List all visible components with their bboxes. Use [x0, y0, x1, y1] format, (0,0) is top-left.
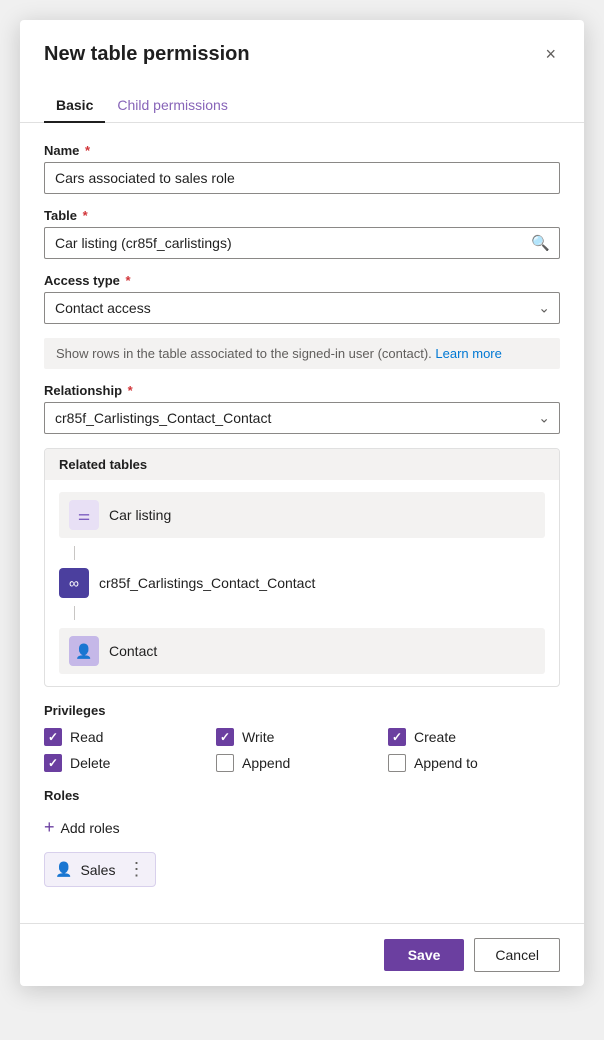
delete-checkbox[interactable] [44, 754, 62, 772]
connector-line-2 [74, 606, 75, 620]
role-label: Sales [80, 862, 115, 878]
dialog: New table permission × Basic Child permi… [20, 20, 584, 986]
read-checkbox[interactable] [44, 728, 62, 746]
name-label: Name * [44, 143, 560, 158]
read-label: Read [70, 729, 103, 745]
write-label: Write [242, 729, 274, 745]
append-to-checkbox[interactable] [388, 754, 406, 772]
privilege-write: Write [216, 728, 388, 746]
table-field-group: Table * 🔍 [44, 208, 560, 259]
table-label: Table * [44, 208, 560, 223]
privileges-label: Privileges [44, 703, 560, 718]
relationship-icon: ∞ [69, 575, 79, 591]
tab-child-permissions[interactable]: Child permissions [105, 89, 239, 123]
search-icon: 🔍 [531, 234, 550, 252]
related-tables-section: Related tables ⚌ Car listing ∞ cr85f_Ca [44, 448, 560, 687]
append-label: Append [242, 755, 290, 771]
relationship-select[interactable]: cr85f_Carlistings_Contact_Contact [44, 402, 560, 434]
learn-more-link[interactable]: Learn more [435, 346, 501, 361]
name-input[interactable] [44, 162, 560, 194]
related-tables-header: Related tables [45, 449, 559, 480]
plus-icon: + [44, 817, 55, 838]
append-checkbox[interactable] [216, 754, 234, 772]
access-type-field-group: Access type * Contact access Global acce… [44, 273, 560, 324]
access-type-select[interactable]: Contact access Global access Self access… [44, 292, 560, 324]
privilege-append: Append [216, 754, 388, 772]
list-item: 👤 Contact [59, 628, 545, 674]
relationship-label: Relationship * [44, 383, 560, 398]
roles-section: Roles + Add roles 👤 Sales ⋮ [44, 788, 560, 887]
privilege-delete: Delete [44, 754, 216, 772]
create-label: Create [414, 729, 456, 745]
role-chip-sales: 👤 Sales ⋮ [44, 852, 156, 887]
table-search-wrap: 🔍 [44, 227, 560, 259]
list-item: ∞ cr85f_Carlistings_Contact_Contact [59, 568, 545, 598]
table-icon-box: ⚌ [69, 500, 99, 530]
relationship-field-group: Relationship * cr85f_Carlistings_Contact… [44, 383, 560, 434]
add-roles-label: Add roles [61, 820, 120, 836]
person-role-icon: 👤 [55, 861, 72, 878]
table-input[interactable] [44, 227, 560, 259]
name-field-group: Name * [44, 143, 560, 194]
roles-label: Roles [44, 788, 560, 803]
dialog-footer: Save Cancel [20, 923, 584, 986]
contact-icon-box: 👤 [69, 636, 99, 666]
info-box: Show rows in the table associated to the… [44, 338, 560, 369]
cancel-button[interactable]: Cancel [474, 938, 560, 972]
roles-list: 👤 Sales ⋮ [44, 852, 560, 887]
role-options-button[interactable]: ⋮ [127, 859, 145, 880]
contact-label: Contact [109, 643, 157, 659]
relationship-select-wrap: cr85f_Carlistings_Contact_Contact ⌄ [44, 402, 560, 434]
person-icon: 👤 [75, 643, 92, 660]
dialog-title: New table permission [44, 43, 250, 66]
save-button[interactable]: Save [384, 939, 465, 971]
tabs-bar: Basic Child permissions [20, 77, 584, 123]
dialog-header: New table permission × [20, 20, 584, 69]
access-type-select-wrap: Contact access Global access Self access… [44, 292, 560, 324]
list-item: ⚌ Car listing [59, 492, 545, 538]
relationship-item-label: cr85f_Carlistings_Contact_Contact [99, 575, 315, 591]
dialog-body: Name * Table * 🔍 Access type * Contact a… [20, 123, 584, 923]
car-listing-label: Car listing [109, 507, 171, 523]
privilege-append-to: Append to [388, 754, 560, 772]
connector-line [74, 546, 75, 560]
delete-label: Delete [70, 755, 110, 771]
table-icon: ⚌ [78, 507, 91, 524]
close-button[interactable]: × [541, 40, 560, 69]
tab-basic[interactable]: Basic [44, 89, 105, 123]
privilege-create: Create [388, 728, 560, 746]
append-to-label: Append to [414, 755, 478, 771]
privileges-grid: Read Write Create Delete Append [44, 728, 560, 772]
create-checkbox[interactable] [388, 728, 406, 746]
privilege-read: Read [44, 728, 216, 746]
relationship-icon-box: ∞ [59, 568, 89, 598]
add-roles-button[interactable]: + Add roles [44, 813, 120, 842]
access-type-label: Access type * [44, 273, 560, 288]
write-checkbox[interactable] [216, 728, 234, 746]
privileges-section: Privileges Read Write Create Delete [44, 703, 560, 772]
related-tables-body: ⚌ Car listing ∞ cr85f_Carlistings_Contac… [45, 480, 559, 686]
